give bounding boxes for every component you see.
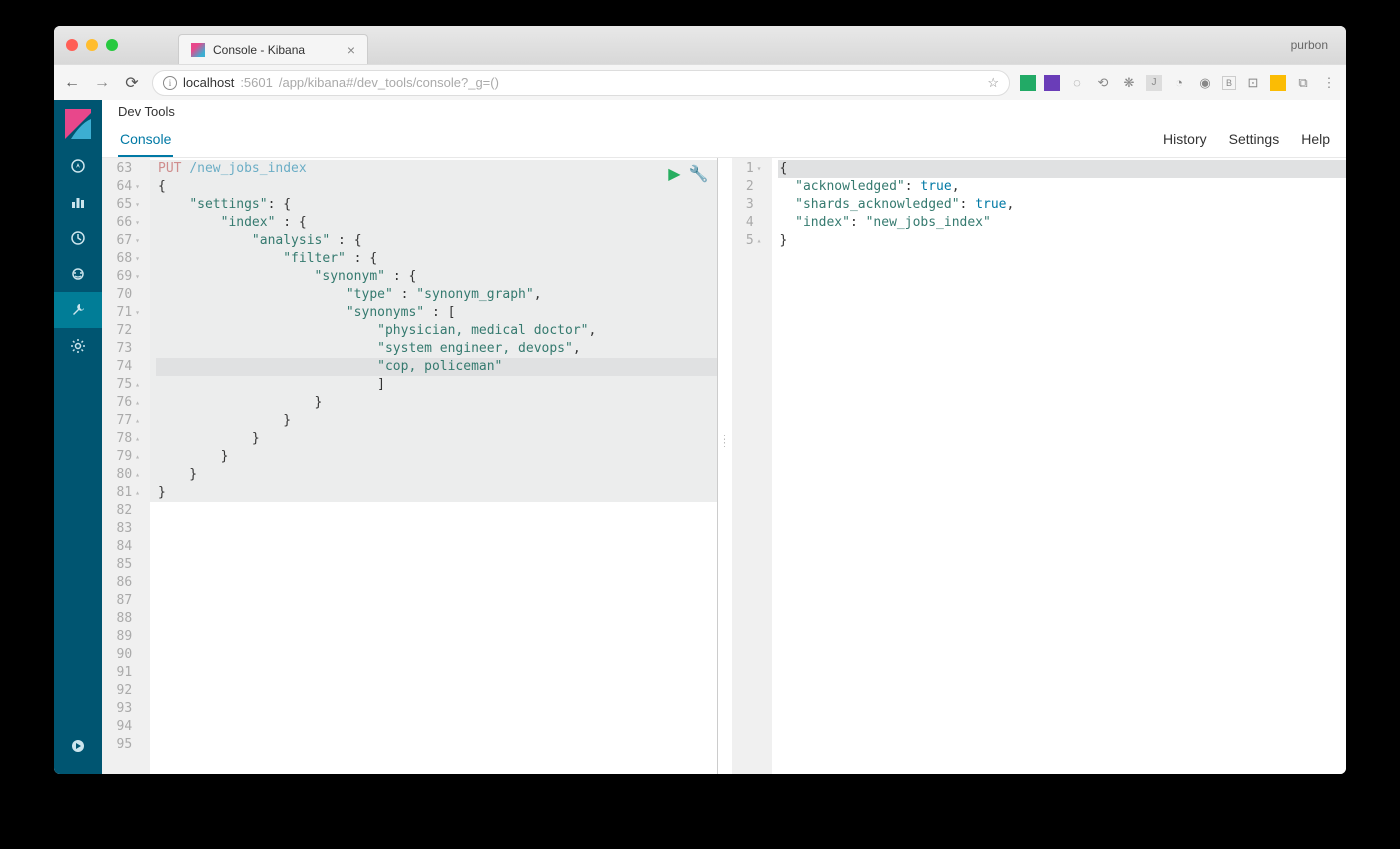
- extension-icon[interactable]: ❋: [1120, 74, 1138, 92]
- chrome-menu-icon[interactable]: ⋮: [1320, 74, 1338, 92]
- request-actions: ▶ 🔧: [668, 164, 708, 184]
- kibana-logo[interactable]: [54, 100, 102, 148]
- address-bar: ← → ⟳ i localhost :5601/app/kibana#/dev_t…: [54, 64, 1346, 100]
- reload-button[interactable]: ⟳: [122, 73, 142, 93]
- request-pane: ▶ 🔧 63 64▾65▾66▾67▾68▾69▾70 71▾72 73 74 …: [102, 158, 718, 774]
- console-workspace: ▶ 🔧 63 64▾65▾66▾67▾68▾69▾70 71▾72 73 74 …: [102, 158, 1346, 774]
- url-port: :5601: [240, 75, 273, 90]
- sidebar-dev-tools-icon[interactable]: [54, 292, 102, 328]
- request-code[interactable]: PUT /new_jobs_index{ "settings": { "inde…: [150, 158, 717, 774]
- extension-icon[interactable]: B: [1222, 76, 1236, 90]
- response-pane: 1▾2 3 4 5▴ { "acknowledged": true, "shar…: [732, 158, 1347, 774]
- extension-icon[interactable]: ⧉: [1294, 74, 1312, 92]
- titlebar: Console - Kibana × purbon: [54, 26, 1346, 64]
- bookmark-star-icon[interactable]: ☆: [987, 75, 999, 91]
- sidebar-timelion-icon[interactable]: [54, 220, 102, 256]
- history-link[interactable]: History: [1163, 131, 1207, 147]
- extension-icon[interactable]: [1020, 75, 1036, 91]
- extension-icon[interactable]: ◌: [1068, 74, 1086, 92]
- extension-icon[interactable]: ◔: [1170, 74, 1188, 92]
- kibana-sidebar: [54, 100, 102, 774]
- forward-button[interactable]: →: [92, 73, 112, 93]
- sidebar-visualize-icon[interactable]: [54, 184, 102, 220]
- extensions-tray: ◌ ⟲ ❋ J ◔ ◉ B ⊡ ⧉ ⋮: [1020, 74, 1338, 92]
- request-options-icon[interactable]: 🔧: [689, 164, 709, 184]
- extension-icon[interactable]: ◉: [1196, 74, 1214, 92]
- traffic-lights: [64, 39, 118, 51]
- site-info-icon[interactable]: i: [163, 76, 177, 90]
- breadcrumb-title: Dev Tools: [118, 96, 175, 119]
- url-field[interactable]: i localhost :5601/app/kibana#/dev_tools/c…: [152, 70, 1010, 96]
- sidebar-apm-icon[interactable]: [54, 256, 102, 292]
- browser-tab-title: Console - Kibana: [213, 43, 305, 57]
- run-request-icon[interactable]: ▶: [668, 164, 680, 184]
- response-code: { "acknowledged": true, "shards_acknowle…: [772, 158, 1347, 774]
- response-gutter: 1▾2 3 4 5▴: [732, 158, 772, 774]
- main-content: Dev Tools Console History Settings Help …: [102, 100, 1346, 774]
- sidebar-discover-icon[interactable]: [54, 148, 102, 184]
- tab-console[interactable]: Console: [118, 123, 173, 157]
- extension-icon[interactable]: J: [1146, 75, 1162, 91]
- extension-icon[interactable]: ⊡: [1244, 74, 1262, 92]
- url-host: localhost: [183, 75, 234, 90]
- kibana-favicon-icon: [191, 43, 205, 57]
- app-topbar: Dev Tools Console History Settings Help: [102, 100, 1346, 158]
- request-gutter: 63 64▾65▾66▾67▾68▾69▾70 71▾72 73 74 75▴7…: [102, 158, 150, 774]
- extension-icon[interactable]: [1044, 75, 1060, 91]
- close-window-icon[interactable]: [66, 39, 78, 51]
- close-tab-icon[interactable]: ×: [347, 42, 355, 58]
- minimize-window-icon[interactable]: [86, 39, 98, 51]
- response-editor[interactable]: 1▾2 3 4 5▴ { "acknowledged": true, "shar…: [732, 158, 1347, 774]
- browser-tab[interactable]: Console - Kibana ×: [178, 34, 368, 64]
- back-button[interactable]: ←: [62, 73, 82, 93]
- divider-grip-icon: ⋮⋮: [720, 438, 730, 446]
- chrome-profile-name[interactable]: purbon: [1291, 38, 1336, 52]
- sidebar-management-icon[interactable]: [54, 328, 102, 364]
- extension-icon[interactable]: [1270, 75, 1286, 91]
- pane-divider[interactable]: ⋮⋮: [718, 158, 732, 774]
- kibana-app: Dev Tools Console History Settings Help …: [54, 100, 1346, 774]
- zoom-window-icon[interactable]: [106, 39, 118, 51]
- url-path: /app/kibana#/dev_tools/console?_g=(): [279, 75, 499, 90]
- sidebar-collapse-icon[interactable]: [54, 728, 102, 764]
- extension-icon[interactable]: ⟲: [1094, 74, 1112, 92]
- browser-window: Console - Kibana × purbon ← → ⟳ i localh…: [54, 26, 1346, 774]
- settings-link[interactable]: Settings: [1229, 131, 1280, 147]
- help-link[interactable]: Help: [1301, 131, 1330, 147]
- breadcrumbs: Dev Tools Console: [118, 96, 175, 157]
- request-editor[interactable]: 63 64▾65▾66▾67▾68▾69▾70 71▾72 73 74 75▴7…: [102, 158, 717, 774]
